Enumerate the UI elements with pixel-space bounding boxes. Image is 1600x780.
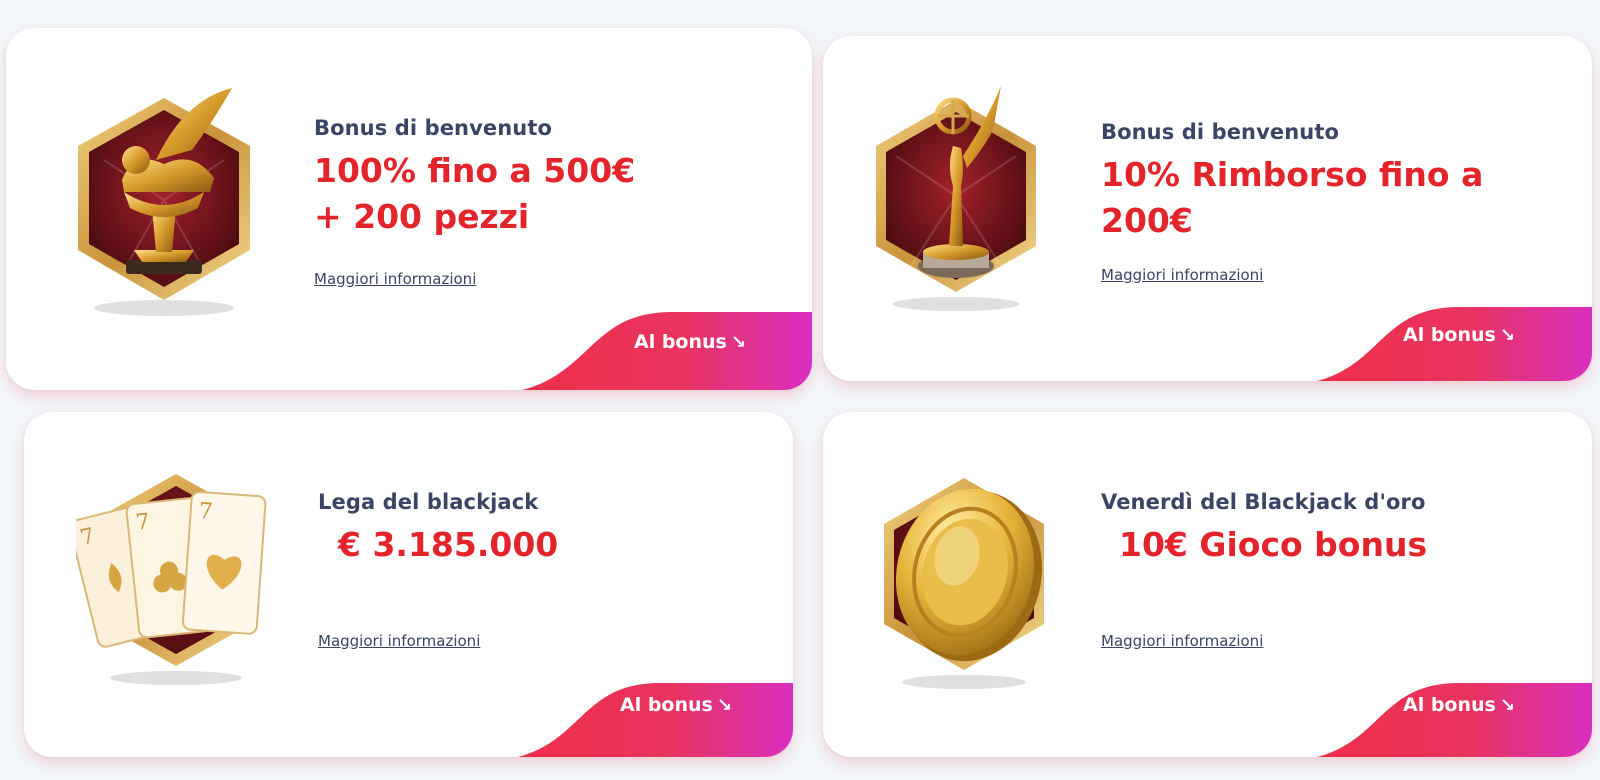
to-bonus-button[interactable]: Al bonus ↘ xyxy=(620,694,732,716)
bonus-card: Bonus di benvenuto 100% fino a 500€ + 20… xyxy=(6,28,812,390)
gold-coin-icon xyxy=(869,464,1059,698)
bonus-amount: 10% Rimborso fino a 200€ xyxy=(1101,152,1483,244)
bonus-card: 7 7 7 Lega del blackjack € 3.185.000 Mag… xyxy=(24,412,793,757)
arrow-down-right-icon: ↘ xyxy=(1499,695,1515,716)
card-subtitle: Lega del blackjack xyxy=(318,490,539,514)
to-bonus-label: Al bonus xyxy=(1403,324,1496,346)
more-info-link[interactable]: Maggiori informazioni xyxy=(314,270,476,288)
arrow-down-right-icon: ↘ xyxy=(716,695,732,716)
to-bonus-button[interactable]: Al bonus ↘ xyxy=(634,331,746,353)
to-bonus-label: Al bonus xyxy=(620,694,713,716)
to-bonus-label: Al bonus xyxy=(1403,694,1496,716)
svg-text:7: 7 xyxy=(198,499,214,525)
bonus-amount-line: 100% fino a 500€ xyxy=(314,151,636,190)
bonus-amount-line: € 3.185.000 xyxy=(338,525,559,564)
bonus-amount-line: 10€ Gioco bonus xyxy=(1119,525,1428,564)
card-text-block: Bonus di benvenuto 10% Rimborso fino a 2… xyxy=(1101,120,1483,244)
more-info-link[interactable]: Maggiori informazioni xyxy=(318,632,480,650)
arrow-down-right-icon: ↘ xyxy=(730,332,746,353)
bonus-card: Venerdì del Blackjack d'oro 10€ Gioco bo… xyxy=(823,412,1592,757)
to-bonus-button[interactable]: Al bonus ↘ xyxy=(1403,324,1515,346)
card-subtitle: Bonus di benvenuto xyxy=(1101,120,1340,144)
card-text-block: Venerdì del Blackjack d'oro 10€ Gioco bo… xyxy=(1101,490,1427,568)
card-text-block: Bonus di benvenuto 100% fino a 500€ + 20… xyxy=(314,116,635,240)
svg-text:7: 7 xyxy=(135,509,152,535)
statuette-trophy-icon xyxy=(861,86,1051,320)
bonus-card: Bonus di benvenuto 10% Rimborso fino a 2… xyxy=(823,36,1592,381)
card-subtitle: Venerdì del Blackjack d'oro xyxy=(1101,490,1426,514)
bonus-amount-line: 10% Rimborso fino a xyxy=(1101,155,1484,194)
more-info-link[interactable]: Maggiori informazioni xyxy=(1101,632,1263,650)
bonus-amount-line: 200€ xyxy=(1101,201,1193,240)
bonus-amount: 10€ Gioco bonus xyxy=(1119,522,1427,568)
to-bonus-button[interactable]: Al bonus ↘ xyxy=(1403,694,1515,716)
playing-cards-sevens-icon: 7 7 7 xyxy=(69,460,276,694)
card-text-block: Lega del blackjack € 3.185.000 xyxy=(318,490,558,568)
arrow-down-right-icon: ↘ xyxy=(1499,325,1515,346)
card-subtitle: Bonus di benvenuto xyxy=(314,116,553,140)
bonus-amount: 100% fino a 500€ + 200 pezzi xyxy=(314,148,635,240)
bonus-amount-line: + 200 pezzi xyxy=(314,197,530,236)
more-info-link[interactable]: Maggiori informazioni xyxy=(1101,266,1263,284)
to-bonus-label: Al bonus xyxy=(634,331,727,353)
winged-lion-trophy-icon xyxy=(64,80,264,324)
bonus-amount: € 3.185.000 xyxy=(338,522,558,568)
